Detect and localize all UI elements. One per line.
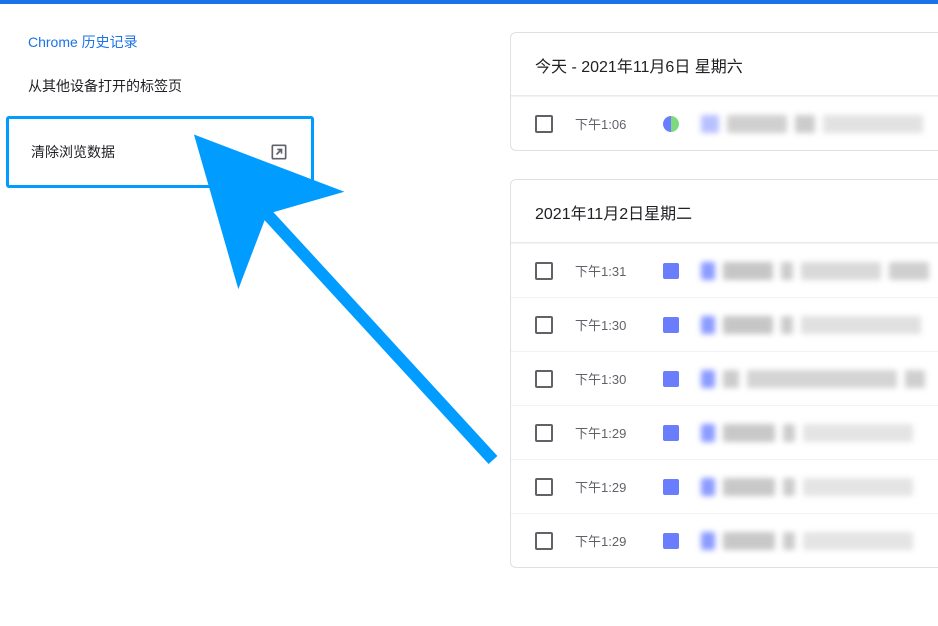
site-favicon-icon [663,479,679,495]
site-favicon-icon [663,317,679,333]
annotation-arrow-icon [243,190,523,470]
select-checkbox[interactable] [535,424,553,442]
site-favicon-icon [663,371,679,387]
row-title-redacted [701,424,914,442]
history-day-card: 2021年11月2日星期二 下午1:31 下午1:30 下午1:30 [510,179,938,568]
sidebar-item-label: Chrome 历史记录 [28,32,138,52]
history-content: 今天 - 2021年11月6日 星期六 下午1:06 2021年11月2日星期二… [510,32,938,626]
history-row[interactable]: 下午1:29 [511,513,938,567]
clear-browsing-data-button[interactable]: 清除浏览数据 [6,116,314,188]
site-favicon-icon [663,263,679,279]
row-title-redacted [701,115,923,133]
sidebar-item-history[interactable]: Chrome 历史记录 [6,20,314,64]
clear-data-label: 清除浏览数据 [31,142,115,162]
select-checkbox[interactable] [535,370,553,388]
window-topbar [0,0,938,4]
row-title-redacted [701,478,914,496]
row-title-redacted [701,370,925,388]
open-external-icon [269,142,289,162]
row-time: 下午1:30 [575,369,641,388]
select-checkbox[interactable] [535,262,553,280]
sidebar-item-label: 从其他设备打开的标签页 [28,76,182,96]
row-time: 下午1:29 [575,423,641,442]
row-title-redacted [701,532,914,550]
select-checkbox[interactable] [535,532,553,550]
site-favicon-icon [663,533,679,549]
row-time: 下午1:29 [575,531,641,550]
select-checkbox[interactable] [535,316,553,334]
history-row[interactable]: 下午1:06 [511,96,938,150]
row-time: 下午1:31 [575,261,641,280]
history-row[interactable]: 下午1:29 [511,459,938,513]
row-time: 下午1:06 [575,114,641,133]
select-checkbox[interactable] [535,115,553,133]
site-favicon-icon [663,425,679,441]
row-title-redacted [701,262,929,280]
history-row[interactable]: 下午1:29 [511,405,938,459]
history-row[interactable]: 下午1:30 [511,297,938,351]
select-checkbox[interactable] [535,478,553,496]
day-header: 2021年11月2日星期二 [511,180,938,242]
day-header: 今天 - 2021年11月6日 星期六 [511,33,938,95]
history-row[interactable]: 下午1:30 [511,351,938,405]
sidebar-item-other-devices[interactable]: 从其他设备打开的标签页 [6,64,314,108]
site-favicon-icon [663,116,679,132]
row-title-redacted [701,316,921,334]
row-time: 下午1:30 [575,315,641,334]
history-day-card: 今天 - 2021年11月6日 星期六 下午1:06 [510,32,938,151]
sidebar: Chrome 历史记录 从其他设备打开的标签页 清除浏览数据 [6,20,314,188]
row-time: 下午1:29 [575,477,641,496]
history-row[interactable]: 下午1:31 [511,243,938,297]
